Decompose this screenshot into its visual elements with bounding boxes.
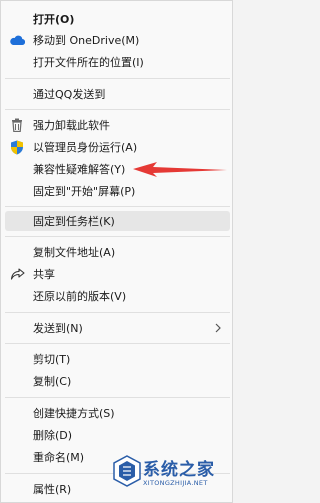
trash-icon	[9, 117, 25, 133]
menu-item-send-to[interactable]: 发送到(N)	[5, 318, 230, 338]
menu-item-cut[interactable]: 剪切(T)	[5, 349, 230, 369]
menu-item-create-shortcut[interactable]: 创建快捷方式(S)	[5, 403, 230, 423]
menu-separator	[5, 78, 230, 79]
menu-item-label: 打开(O)	[33, 13, 75, 26]
watermark: 系统之家 XITONGZHIJIA.NET	[113, 451, 231, 499]
menu-item-run-admin[interactable]: 以管理员身份运行(A)	[5, 137, 230, 157]
menu-item-pin-taskbar[interactable]: 固定到任务栏(K)	[5, 211, 230, 231]
menu-item-label: 强力卸载此软件	[33, 119, 110, 132]
menu-item-label: 创建快捷方式(S)	[33, 407, 115, 420]
menu-item-label: 兼容性疑难解答(Y)	[33, 163, 126, 176]
menu-item-label: 打开文件所在的位置(I)	[33, 56, 144, 69]
menu-item-label: 固定到任务栏(K)	[33, 215, 115, 228]
menu-item-delete[interactable]: 删除(D)	[5, 425, 230, 445]
menu-separator	[5, 206, 230, 207]
menu-item-move-onedrive[interactable]: 移动到 OneDrive(M)	[5, 30, 230, 50]
menu-separator	[5, 109, 230, 110]
menu-item-label: 还原以前的版本(V)	[33, 290, 127, 303]
menu-item-label: 移动到 OneDrive(M)	[33, 34, 140, 47]
menu-item-label: 剪切(T)	[33, 353, 71, 366]
menu-separator	[5, 343, 230, 344]
menu-item-open-location[interactable]: 打开文件所在的位置(I)	[5, 52, 230, 72]
watermark-text: 系统之家	[143, 460, 215, 480]
menu-item-force-uninstall[interactable]: 强力卸载此软件	[5, 115, 230, 135]
menu-item-label: 通过QQ发送到	[33, 88, 106, 101]
menu-item-label: 固定到"开始"屏幕(P)	[33, 185, 136, 198]
watermark-logo-icon	[113, 455, 141, 487]
menu-item-label: 属性(R)	[33, 483, 72, 496]
menu-item-send-qq[interactable]: 通过QQ发送到	[5, 84, 230, 104]
menu-item-open[interactable]: 打开(O)	[5, 9, 230, 29]
menu-item-label: 以管理员身份运行(A)	[33, 141, 138, 154]
menu-item-label: 删除(D)	[33, 429, 73, 442]
menu-item-pin-start[interactable]: 固定到"开始"屏幕(P)	[5, 181, 230, 201]
menu-separator	[5, 236, 230, 237]
annotation-arrow-icon	[133, 162, 227, 177]
uac-shield-icon	[9, 139, 25, 155]
menu-separator	[5, 312, 230, 313]
menu-item-label: 复制(C)	[33, 375, 72, 388]
menu-item-label: 共享	[33, 268, 55, 281]
cloud-icon	[9, 32, 25, 48]
menu-item-copy[interactable]: 复制(C)	[5, 371, 230, 391]
menu-item-label: 重命名(M)	[33, 451, 85, 464]
share-icon	[9, 266, 25, 282]
menu-item-share[interactable]: 共享	[5, 264, 230, 284]
watermark-url: XITONGZHIJIA.NET	[143, 479, 208, 487]
chevron-right-icon	[215, 323, 221, 333]
menu-item-copy-path[interactable]: 复制文件地址(A)	[5, 242, 230, 262]
menu-item-label: 发送到(N)	[33, 322, 83, 335]
menu-separator	[5, 397, 230, 398]
menu-item-restore-prev[interactable]: 还原以前的版本(V)	[5, 286, 230, 306]
menu-item-label: 复制文件地址(A)	[33, 246, 116, 259]
context-menu: 打开(O) 移动到 OneDrive(M) 打开文件所在的位置(I) 通过QQ发…	[0, 0, 233, 503]
